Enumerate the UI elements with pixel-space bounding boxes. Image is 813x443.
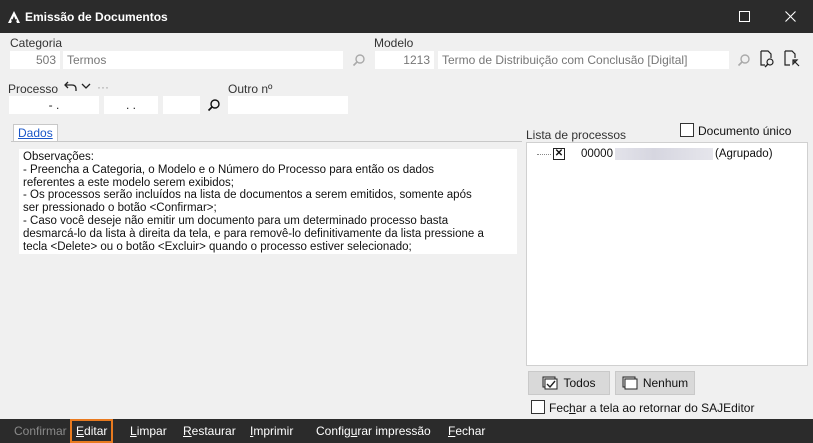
nenhum-button[interactable]: Nenhum (615, 371, 695, 395)
app-logo-icon (8, 10, 20, 23)
item-checkbox[interactable]: ✕ (553, 148, 565, 160)
fechar-tela-checkbox[interactable] (531, 400, 545, 414)
modelo-label: Modelo (374, 36, 414, 50)
editar-button[interactable]: Editar (70, 419, 114, 443)
close-icon (785, 11, 796, 22)
observacoes-line: - Os processos serão incluídos na lista … (23, 189, 472, 202)
modelo-document-search-button[interactable] (758, 50, 776, 68)
chevron-down-icon (81, 83, 91, 89)
todos-label: Todos (563, 376, 596, 390)
search-icon (207, 99, 220, 112)
observacoes-line: ser pressionado o botão <Confirmar>; (23, 202, 217, 215)
outro-numero-field[interactable] (227, 95, 349, 115)
processo-foro-field[interactable] (162, 95, 201, 115)
configurar-impressao-button[interactable]: Configurar impressão (312, 419, 435, 443)
lista-processos-label: Lista de processos (526, 128, 627, 142)
modelo-search-button[interactable] (735, 51, 753, 69)
imprimir-button[interactable]: Imprimir (246, 419, 297, 443)
check-all-icon (542, 376, 558, 390)
fechar-tela-label: Fechar a tela ao retornar do SAJEditor (549, 401, 755, 415)
footer-toolbar: Confirmar Editar Limpar Restaurar Imprim… (0, 419, 813, 443)
uncheck-all-icon (622, 376, 638, 390)
observacoes-line: referentes a este modelo serem exibidos; (23, 176, 234, 189)
categoria-search-button[interactable] (350, 51, 368, 69)
modelo-name-field[interactable]: Termo de Distribuição com Conclusão [Dig… (437, 50, 730, 70)
search-icon (737, 54, 750, 67)
processo-label: Processo (8, 82, 59, 96)
observacoes-text: Observações: - Preencha a Categoria, o M… (19, 149, 517, 254)
maximize-button[interactable] (722, 0, 767, 33)
list-item[interactable]: ✕ 00000 (Agrupado) (537, 148, 773, 160)
documento-unico-label: Documento único (698, 124, 792, 138)
nenhum-label: Nenhum (642, 376, 689, 390)
categoria-label: Categoria (10, 36, 63, 50)
documento-unico-checkbox[interactable] (680, 123, 694, 137)
undo-icon (63, 81, 77, 91)
lista-processos[interactable]: ✕ 00000 (Agrupado) (526, 142, 808, 366)
modelo-code-field[interactable]: 1213 (374, 50, 435, 70)
observacoes-line: Observações: (23, 151, 94, 163)
document-edit-icon (784, 50, 800, 67)
fechar-button[interactable]: Fechar (444, 419, 489, 443)
observacoes-line: tecla <Delete> ou o botão <Excluir> quan… (23, 240, 412, 253)
confirmar-button[interactable]: Confirmar (10, 419, 71, 443)
limpar-button[interactable]: Limpar (126, 419, 171, 443)
tree-connector (537, 153, 551, 155)
document-search-icon (760, 50, 774, 68)
process-number: 00000 (581, 148, 613, 160)
observacoes-line: - Preencha a Categoria, o Modelo e o Núm… (23, 163, 435, 176)
search-icon (352, 54, 365, 67)
todos-button[interactable]: Todos (528, 371, 610, 395)
maximize-icon (739, 11, 750, 22)
title-bar: Emissão de Documentos (0, 0, 813, 33)
process-suffix: (Agrupado) (714, 148, 773, 160)
processo-number-field[interactable]: - . (8, 95, 100, 115)
modelo-document-edit-button[interactable] (783, 50, 801, 68)
categoria-name-field[interactable]: Termos (62, 50, 344, 70)
close-button[interactable] (768, 0, 813, 33)
tab-dados[interactable]: Dados (13, 124, 58, 142)
processo-search-button[interactable] (205, 96, 223, 114)
restaurar-button[interactable]: Restaurar (179, 419, 240, 443)
redacted-number (614, 148, 713, 160)
window-title: Emissão de Documentos (25, 9, 168, 24)
processo-more-button[interactable]: ··· (97, 80, 109, 94)
observacoes-line: desmarcá-lo da lista à direita da tela, … (23, 227, 484, 240)
categoria-code-field[interactable]: 503 (9, 50, 61, 70)
observacoes-line: - Caso você deseje não emitir um documen… (23, 214, 449, 227)
outro-numero-label: Outro nº (228, 82, 273, 96)
processo-year-field[interactable]: . . (103, 95, 159, 115)
processo-dropdown-button[interactable] (77, 77, 95, 95)
